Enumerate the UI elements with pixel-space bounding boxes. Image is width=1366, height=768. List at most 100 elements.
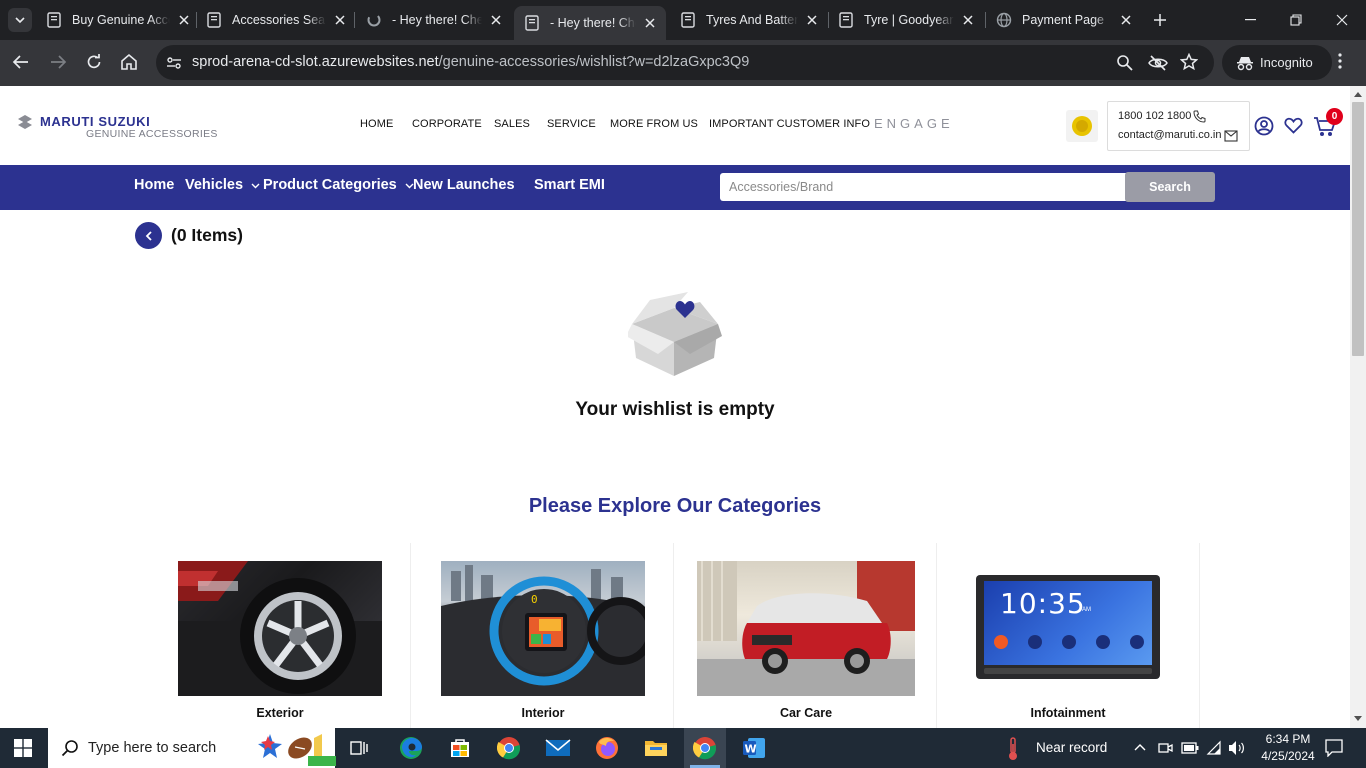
infotainment-image[interactable]: 10:35 AM	[976, 575, 1160, 679]
close-icon[interactable]	[488, 12, 504, 28]
category-label-infotainment[interactable]: Infotainment	[966, 706, 1170, 720]
scroll-up-icon[interactable]	[1354, 91, 1362, 97]
engage-link[interactable]: ENGAGE	[874, 116, 954, 131]
nav-new-launches[interactable]: New Launches	[413, 177, 515, 193]
close-icon[interactable]	[804, 12, 820, 28]
reload-button[interactable]	[85, 53, 105, 73]
edge-app[interactable]	[397, 734, 425, 762]
clock-date[interactable]: 4/25/2024	[1254, 749, 1322, 763]
account-button[interactable]	[1254, 116, 1274, 136]
volume-icon[interactable]	[1228, 740, 1246, 756]
taskbar-search-box[interactable]: Type here to search	[48, 728, 336, 768]
close-icon[interactable]	[176, 12, 192, 28]
file-explorer-app[interactable]	[642, 734, 670, 762]
close-icon[interactable]	[1118, 12, 1134, 28]
meet-now-icon[interactable]	[1157, 740, 1173, 756]
star-icon[interactable]	[1180, 53, 1198, 71]
tab-4-active[interactable]: - Hey there! Check	[514, 6, 666, 40]
user-icon	[1254, 116, 1274, 136]
nav-smart-emi[interactable]: Smart EMI	[534, 177, 605, 193]
tab-3[interactable]: - Hey there! Check	[366, 6, 504, 34]
weather-status[interactable]: Near record	[1036, 740, 1107, 755]
store-app[interactable]	[446, 734, 474, 762]
chevron-up-icon[interactable]	[1134, 743, 1146, 751]
page-scrollbar[interactable]	[1350, 86, 1366, 728]
forward-button[interactable]	[49, 53, 69, 73]
tab-search-button[interactable]	[8, 8, 32, 32]
exterior-image[interactable]	[178, 561, 382, 696]
minimize-button[interactable]	[1240, 12, 1260, 28]
chrome-app-active[interactable]	[684, 728, 726, 768]
back-button[interactable]	[12, 53, 32, 73]
zoom-icon[interactable]	[1116, 54, 1134, 72]
word-app[interactable]: W	[740, 734, 768, 762]
topnav-more-from-us[interactable]: MORE FROM US	[610, 118, 698, 130]
tab-title: - Hey there! Check	[392, 13, 482, 27]
browser-tab-bar: Buy Genuine Accessories Accessories Sear…	[0, 0, 1366, 40]
notifications-icon[interactable]	[1325, 739, 1343, 757]
firefox-app[interactable]	[593, 734, 621, 762]
contact-email[interactable]: contact@maruti.co.in	[1118, 129, 1222, 141]
tab-5[interactable]: Tyres And Batteries	[680, 6, 820, 34]
close-icon[interactable]	[960, 12, 976, 28]
back-button[interactable]	[135, 222, 162, 249]
chrome-app[interactable]	[495, 734, 523, 762]
close-window-button[interactable]	[1332, 12, 1352, 28]
category-label-interior[interactable]: Interior	[441, 706, 645, 720]
nav-home[interactable]: Home	[134, 177, 174, 193]
tab-6[interactable]: Tyre | Goodyear	[838, 6, 976, 34]
search-button[interactable]: Search	[1125, 172, 1215, 202]
brand-name: MARUTI SUZUKI	[40, 114, 151, 129]
wishlist-button[interactable]	[1284, 117, 1304, 135]
search-highlight-icon	[258, 734, 336, 766]
site-logo[interactable]: MARUTI SUZUKI GENUINE ACCESSORIES	[16, 112, 218, 142]
car-care-image[interactable]	[697, 561, 915, 696]
task-view-button[interactable]	[346, 734, 374, 762]
scroll-down-icon[interactable]	[1354, 716, 1362, 722]
topnav-important-customer-info[interactable]: IMPORTANT CUSTOMER INFO	[709, 118, 870, 130]
svg-text:0: 0	[531, 593, 538, 606]
browser-menu-button[interactable]	[1338, 53, 1348, 73]
topnav-sales[interactable]: SALES	[494, 118, 530, 130]
home-button[interactable]	[120, 53, 140, 73]
chevron-down-icon	[251, 183, 260, 189]
eye-off-icon[interactable]	[1148, 54, 1168, 72]
nav-vehicles[interactable]: Vehicles	[185, 177, 260, 193]
scroll-thumb[interactable]	[1352, 102, 1364, 356]
close-icon[interactable]	[332, 12, 348, 28]
wifi-icon[interactable]	[1206, 740, 1222, 756]
start-button[interactable]	[14, 739, 32, 757]
main-nav-bar: Home Vehicles Product Categories New Lau…	[0, 165, 1350, 210]
nav-product-categories[interactable]: Product Categories	[263, 177, 414, 193]
brand-subtitle: GENUINE ACCESSORIES	[86, 128, 218, 140]
phone-number[interactable]: 1800 102 1800	[1118, 110, 1191, 122]
page-icon	[680, 12, 696, 28]
edge-icon	[400, 737, 422, 759]
clock-time[interactable]: 6:34 PM	[1260, 732, 1316, 746]
topnav-corporate[interactable]: CORPORATE	[412, 118, 482, 130]
address-bar[interactable]: sprod-arena-cd-slot.azurewebsites.net/ge…	[156, 45, 1214, 80]
topnav-service[interactable]: SERVICE	[547, 118, 596, 130]
nav-vehicles-label: Vehicles	[185, 177, 244, 193]
store-icon	[451, 739, 469, 757]
topnav-home[interactable]: HOME	[360, 118, 393, 130]
url-text[interactable]: sprod-arena-cd-slot.azurewebsites.net/ge…	[192, 54, 749, 70]
tab-2[interactable]: Accessories Search	[206, 6, 348, 34]
tab-7[interactable]: Payment Page	[996, 6, 1134, 34]
incognito-indicator[interactable]: Incognito	[1222, 45, 1332, 80]
more-vertical-icon	[1338, 53, 1342, 69]
site-settings-icon[interactable]	[166, 55, 182, 71]
restore-button[interactable]	[1286, 12, 1306, 28]
thermometer-icon[interactable]	[1006, 737, 1020, 761]
battery-icon[interactable]	[1181, 742, 1199, 754]
tab-1[interactable]: Buy Genuine Accessories	[46, 6, 192, 34]
search-input[interactable]	[720, 173, 1126, 201]
category-label-exterior[interactable]: Exterior	[178, 706, 382, 720]
interior-image[interactable]: 0	[441, 561, 645, 696]
new-tab-button[interactable]	[1150, 10, 1170, 30]
chrome-icon	[693, 737, 717, 760]
category-label-car-care[interactable]: Car Care	[697, 706, 915, 720]
mail-app[interactable]	[544, 734, 572, 762]
close-icon[interactable]	[642, 15, 658, 31]
nexa-emblem-icon[interactable]	[1066, 110, 1098, 142]
